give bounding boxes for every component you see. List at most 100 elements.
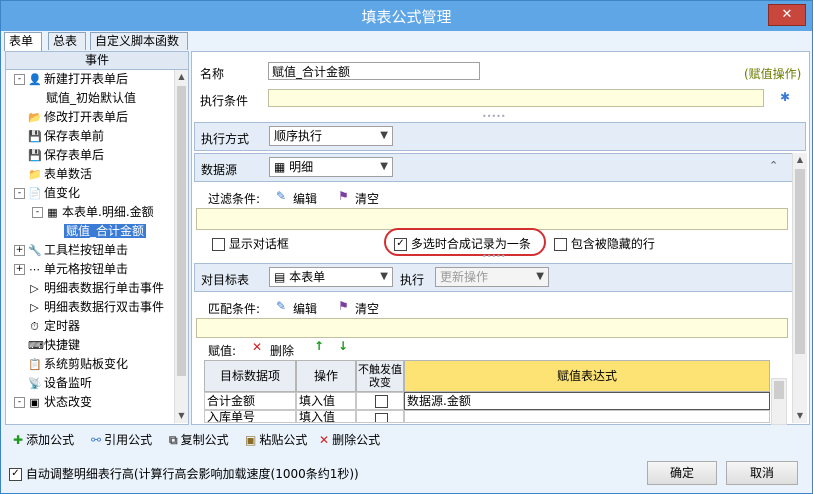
cell-op-2[interactable]: 填入值 bbox=[296, 410, 356, 423]
expand-icon[interactable]: + bbox=[14, 264, 25, 275]
tree-node-label: ... bbox=[46, 414, 58, 423]
tree-node[interactable]: ▷ 明细表数据行单击事件 bbox=[14, 279, 164, 298]
tree-node[interactable]: - 👤 新建打开表单后 bbox=[14, 70, 128, 89]
wand-icon[interactable]: ✱ bbox=[780, 90, 790, 104]
broom-icon[interactable]: ⚑ bbox=[338, 189, 349, 203]
splitter-handle-2[interactable]: ••••• bbox=[482, 252, 506, 261]
expand-icon[interactable]: + bbox=[14, 245, 25, 256]
scroll-up-icon[interactable]: ▲ bbox=[175, 70, 188, 84]
cell-target-1[interactable]: 合计金额 bbox=[204, 392, 296, 410]
tree-scrollbar[interactable]: ▲ ▼ bbox=[174, 70, 188, 423]
delete-row-button[interactable]: 删除 bbox=[270, 342, 294, 359]
collapse-icon[interactable]: - bbox=[14, 74, 25, 85]
auto-adjust-option[interactable]: ✓ 自动调整明细表行高(计算行高会影响加载速度(1000条约1秒)) bbox=[9, 465, 359, 482]
ok-button[interactable]: 确定 bbox=[647, 461, 717, 485]
collapse-icon[interactable]: - bbox=[14, 397, 25, 408]
chevron-down-icon: ▼ bbox=[536, 271, 544, 282]
ref-formula-button[interactable]: ⚯ 引用公式 bbox=[91, 431, 152, 448]
delete-formula-button[interactable]: ✕ 删除公式 bbox=[319, 431, 380, 448]
cell-expression-2[interactable] bbox=[404, 410, 770, 423]
show-dialog-option[interactable]: 显示对话框 bbox=[212, 235, 289, 252]
tree-node[interactable]: - ▦ 本表单.明细.金额 bbox=[32, 203, 154, 222]
tree-node[interactable]: 💾 保存表单后 bbox=[14, 146, 104, 165]
tree-node[interactable]: + ⋯ 单元格按钮单击 bbox=[14, 260, 128, 279]
tree-node[interactable]: 📋 系统剪贴板变化 bbox=[14, 355, 128, 374]
name-input[interactable]: 赋值_合计金额 bbox=[268, 62, 480, 80]
scroll-up-icon[interactable]: ▲ bbox=[793, 153, 807, 167]
auto-adjust-checkbox[interactable]: ✓ bbox=[9, 468, 22, 481]
edit-icon[interactable]: ✎ bbox=[276, 189, 286, 203]
no-trigger-checkbox[interactable] bbox=[374, 413, 388, 422]
target-select[interactable]: ▤ 本表单 ▼ bbox=[269, 267, 393, 287]
target-label: 对目标表 bbox=[201, 273, 250, 287]
include-hidden-label: 包含被隐藏的行 bbox=[570, 237, 655, 251]
tree-node[interactable]: ⏱ 定时器 bbox=[14, 317, 80, 336]
tree-node[interactable]: 📁 表单数活 bbox=[14, 165, 92, 184]
delete-x-icon[interactable]: ✕ bbox=[252, 340, 262, 354]
link-icon: ⚯ bbox=[91, 433, 102, 447]
col-no-trigger[interactable]: 不触发值改变 bbox=[356, 360, 404, 392]
col-target-field[interactable]: 目标数据项 bbox=[204, 360, 296, 392]
match-edit-button[interactable]: 编辑 bbox=[293, 300, 317, 317]
arrow-up-icon[interactable]: ↑ bbox=[314, 339, 324, 353]
condition-input[interactable] bbox=[268, 89, 764, 107]
collapse-icon[interactable]: - bbox=[32, 207, 43, 218]
cancel-button[interactable]: 取消 bbox=[726, 461, 798, 485]
tab-form[interactable]: 表单 bbox=[4, 32, 42, 51]
exec-mode-select[interactable]: 顺序执行 ▼ bbox=[269, 126, 393, 146]
ref-formula-label: 引用公式 bbox=[104, 433, 153, 447]
tree-node[interactable]: + 🔧 工具栏按钮单击 bbox=[14, 241, 128, 260]
tree-node[interactable]: ⌨快捷键 bbox=[14, 336, 80, 355]
col-operation[interactable]: 操作 bbox=[296, 360, 356, 392]
tree-node[interactable]: 赋值_合计金额 bbox=[50, 222, 147, 241]
data-source-select[interactable]: ▦ 明细 ▼ bbox=[269, 157, 393, 177]
copy-formula-button[interactable]: ⧉ 复制公式 bbox=[169, 431, 229, 448]
match-clear-button[interactable]: 清空 bbox=[355, 300, 379, 317]
detail-scroll-thumb[interactable] bbox=[795, 169, 805, 354]
tree-node[interactable]: - 📄 值变化 bbox=[14, 184, 80, 203]
cell-expression-1[interactable]: 数据源.金额 bbox=[404, 392, 770, 410]
tree-node[interactable]: 📂 修改打开表单后 bbox=[14, 108, 128, 127]
broom-icon[interactable]: ⚑ bbox=[338, 299, 349, 313]
multi-merge-checkbox[interactable]: ✓ bbox=[394, 238, 407, 251]
collapse-icon[interactable]: - bbox=[14, 188, 25, 199]
arrow-down-icon[interactable]: ↓ bbox=[338, 339, 348, 353]
grid-scroll-thumb[interactable] bbox=[774, 381, 784, 399]
cell-no-trigger-1[interactable] bbox=[356, 392, 404, 410]
multi-merge-option[interactable]: ✓ 多选时合成记录为一条 bbox=[394, 235, 531, 252]
include-hidden-option[interactable]: 包含被隐藏的行 bbox=[554, 235, 655, 252]
splitter-handle[interactable]: ••••• bbox=[482, 112, 506, 121]
scroll-down-icon[interactable]: ▼ bbox=[793, 409, 807, 423]
scroll-down-icon[interactable]: ▼ bbox=[175, 409, 188, 423]
tree-node-label: 修改打开表单后 bbox=[44, 110, 129, 124]
tab-custom-script[interactable]: 自定义脚本函数 bbox=[90, 32, 188, 50]
scroll-thumb[interactable] bbox=[177, 86, 186, 376]
detail-scrollbar[interactable]: ▲ ▼ bbox=[792, 153, 807, 423]
filter-edit-button[interactable]: 编辑 bbox=[293, 190, 317, 207]
grid-scrollbar[interactable] bbox=[771, 378, 787, 425]
close-button[interactable]: ✕ bbox=[768, 4, 806, 26]
tab-summary[interactable]: 总表 bbox=[48, 32, 86, 50]
edit-icon[interactable]: ✎ bbox=[276, 299, 286, 313]
include-hidden-checkbox[interactable] bbox=[554, 238, 567, 251]
cell-no-trigger-2[interactable] bbox=[356, 410, 404, 423]
tree-node-label: 赋值_初始默认值 bbox=[46, 91, 137, 105]
tree-node[interactable]: ... bbox=[32, 412, 57, 423]
tree-node[interactable]: 📡 设备监听 bbox=[14, 374, 92, 393]
exec2-select[interactable]: 更新操作 ▼ bbox=[435, 267, 549, 287]
tree-node[interactable]: 💾 保存表单前 bbox=[14, 127, 104, 146]
col-assign-expression[interactable]: 赋值表达式 bbox=[404, 360, 770, 392]
tree-node[interactable]: 赋值_初始默认值 bbox=[32, 89, 136, 108]
no-trigger-checkbox[interactable] bbox=[374, 395, 388, 408]
tree-node[interactable]: ▷ 明细表数据行双击事件 bbox=[14, 298, 164, 317]
show-dialog-checkbox[interactable] bbox=[212, 238, 225, 251]
cell-target-2[interactable]: 入库单号 bbox=[204, 410, 296, 423]
paste-formula-button[interactable]: ▣ 粘贴公式 bbox=[245, 431, 307, 448]
filter-expression[interactable] bbox=[196, 208, 788, 230]
tree-node[interactable]: - ▣ 状态改变 bbox=[14, 393, 92, 412]
add-formula-button[interactable]: ✚ 添加公式 bbox=[13, 431, 74, 448]
cell-op-1[interactable]: 填入值 bbox=[296, 392, 356, 410]
filter-clear-button[interactable]: 清空 bbox=[355, 190, 379, 207]
match-expression[interactable] bbox=[196, 318, 788, 338]
collapse-icon[interactable]: ⌃ bbox=[769, 159, 778, 172]
